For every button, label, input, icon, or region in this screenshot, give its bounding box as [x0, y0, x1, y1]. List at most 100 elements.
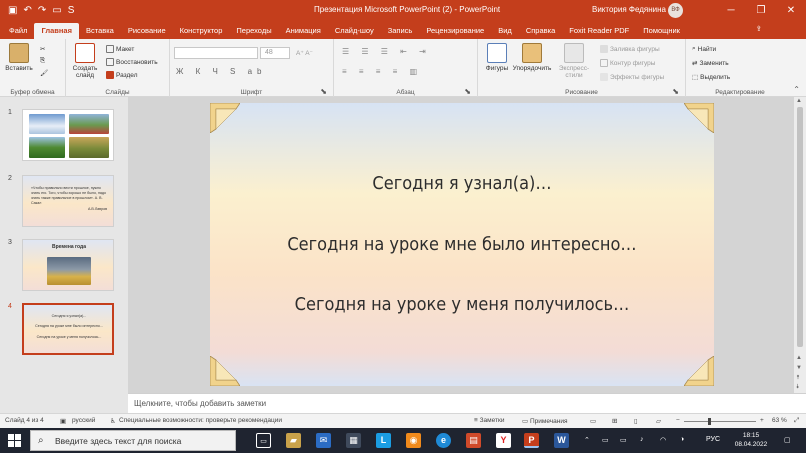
accessibility-status[interactable]: Специальные возможности: проверьте реком… — [119, 417, 282, 424]
file-explorer-icon[interactable]: ▰ — [286, 433, 301, 448]
tab-animations[interactable]: Анимация — [279, 23, 328, 39]
slideshow-icon[interactable]: ▭ — [52, 5, 61, 16]
new-slide-button[interactable]: Создать слайд — [68, 43, 102, 79]
tray-overflow-icon[interactable]: ⌃ — [584, 436, 590, 444]
tab-home[interactable]: Главная — [34, 23, 79, 39]
zoom-out-icon[interactable]: − — [676, 417, 680, 424]
redo-icon[interactable]: ↷ — [38, 5, 46, 16]
spellcheck-icon[interactable]: ▣ — [60, 417, 66, 425]
speaker-icon[interactable]: ♪ — [640, 436, 644, 443]
edge-icon[interactable]: e — [436, 433, 451, 448]
sound-icon[interactable]: ◑ — [680, 436, 684, 443]
scroll-up-icon[interactable]: ▲ — [796, 355, 802, 361]
shape-fill-button[interactable]: Заливка фигуры — [600, 45, 660, 53]
drawing-dialog-icon[interactable]: ⬊ — [672, 87, 679, 96]
select-button[interactable]: ⬚ Выделить — [692, 73, 730, 82]
yandex-browser-icon[interactable]: Y — [496, 433, 511, 448]
powerpoint-icon[interactable]: P — [524, 433, 539, 448]
wifi-icon[interactable]: ◠ — [660, 436, 666, 444]
section-button[interactable]: Раздел — [106, 71, 137, 79]
close-icon[interactable]: ✕ — [776, 0, 806, 21]
task-view-icon[interactable]: ▭ — [256, 433, 271, 448]
zoom-in-icon[interactable]: + — [760, 417, 764, 424]
tab-design[interactable]: Конструктор — [173, 23, 230, 39]
comments-button[interactable]: ▭ Примечания — [522, 417, 567, 425]
avatar[interactable]: ВФ — [668, 3, 683, 18]
tab-file[interactable]: Файл — [2, 23, 34, 39]
slideshow-view-icon[interactable]: ▱ — [656, 417, 661, 425]
minimize-icon[interactable]: ─ — [716, 0, 746, 21]
scrollbar-thumb[interactable] — [797, 107, 803, 347]
slide-sorter-icon[interactable]: ⊞ — [612, 417, 617, 425]
thumbnail-slide-4[interactable]: Сегодня я узнал(а)... Сегодня на уроке м… — [22, 303, 114, 355]
tab-record[interactable]: Запись — [381, 23, 420, 39]
layout-button[interactable]: Макет — [106, 45, 134, 53]
font-size-input[interactable]: 48 — [260, 47, 290, 59]
format-painter-icon[interactable]: 🖌 — [40, 69, 48, 77]
paste-button[interactable]: Вставить — [2, 43, 36, 72]
tab-review[interactable]: Рецензирование — [419, 23, 491, 39]
scroll-down-icon[interactable]: ▼ — [796, 365, 802, 371]
reading-view-icon[interactable]: ▯ — [634, 417, 638, 425]
shape-effects-button[interactable]: Эффекты фигуры — [600, 73, 664, 81]
next-slide-icon[interactable]: ⯯ — [796, 384, 800, 391]
collapse-ribbon-icon[interactable]: ⌃ — [793, 85, 800, 94]
language-indicator[interactable]: русский — [72, 417, 95, 424]
undo-icon[interactable]: ↶ — [23, 5, 31, 16]
reset-button[interactable]: Восстановить — [106, 58, 158, 66]
notes-placeholder[interactable]: Щелкните, чтобы добавить заметки — [134, 399, 266, 408]
current-slide[interactable]: Сегодня я узнал(а)… Сегодня на уроке мне… — [210, 103, 714, 386]
thumbnail-slide-1[interactable] — [22, 109, 114, 161]
find-button[interactable]: ⌕ Найти — [692, 45, 716, 53]
tab-slideshow[interactable]: Слайд-шоу — [328, 23, 381, 39]
format-buttons[interactable]: Ж К Ч S ab — [176, 67, 267, 76]
shapes-button[interactable]: Фигуры — [480, 43, 514, 72]
tab-transitions[interactable]: Переходы — [229, 23, 278, 39]
zoom-slider[interactable] — [684, 421, 756, 422]
user-name[interactable]: Виктория Федянина — [592, 5, 666, 14]
thumbnail-slide-2[interactable]: «Чтобы правильно вести прошлое, нужно зн… — [22, 175, 114, 227]
slide-text-line-2[interactable]: Сегодня на уроке мне было интересно… — [235, 234, 689, 255]
tab-view[interactable]: Вид — [491, 23, 519, 39]
battery-icon[interactable]: ▭ — [620, 436, 627, 444]
thumbnail-slide-3[interactable]: Времена года — [22, 239, 114, 291]
taskbar-clock[interactable]: 18:15 08.04.2022 — [726, 431, 776, 449]
copy-icon[interactable]: ⎘ — [40, 57, 45, 65]
paragraph-dialog-icon[interactable]: ⬊ — [464, 87, 471, 96]
normal-view-icon[interactable]: ▭ — [590, 417, 596, 425]
mail-icon[interactable]: ✉ — [316, 433, 331, 448]
network-icon[interactable]: ▭ — [602, 436, 609, 444]
accessibility-icon[interactable]: ♿ — [110, 417, 116, 425]
list-buttons[interactable]: ☰ ☰ ☰ ⇤ ⇥ — [342, 47, 431, 56]
slide-text-line-3[interactable]: Сегодня на уроке у меня получилось… — [235, 294, 689, 315]
quick-styles-button[interactable]: Экспресс-стили — [556, 43, 592, 79]
tab-foxit[interactable]: Foxit Reader PDF — [562, 23, 636, 39]
tab-insert[interactable]: Вставка — [79, 23, 121, 39]
media-app-icon[interactable]: ◉ — [406, 433, 421, 448]
tab-draw[interactable]: Рисование — [121, 23, 173, 39]
notes-button[interactable]: ≡ Заметки — [474, 417, 504, 424]
notifications-icon[interactable]: ▢ — [784, 436, 791, 444]
tab-assistant[interactable]: Помощник — [636, 23, 687, 39]
fit-slide-icon[interactable]: ⤢ — [794, 417, 799, 425]
qat-s-button[interactable]: S — [68, 5, 75, 16]
share-icon[interactable]: ⇪ — [756, 24, 762, 33]
cut-icon[interactable]: ✂ — [40, 45, 45, 53]
pdf-reader-icon[interactable]: ▤ — [466, 433, 481, 448]
notes-pane[interactable]: Щелкните, чтобы добавить заметки — [128, 393, 806, 413]
zoom-level[interactable]: 63 % — [772, 417, 787, 424]
replace-button[interactable]: ⇄ Заменить — [692, 59, 729, 68]
app-l-icon[interactable]: L — [376, 433, 391, 448]
vertical-scrollbar[interactable]: ▲ ▲ ▼ ⯭ ⯯ — [794, 97, 806, 393]
taskbar-search-input[interactable]: ⌕ Введите здесь текст для поиска — [30, 430, 236, 451]
font-name-input[interactable] — [174, 47, 258, 59]
scroll-up-icon[interactable]: ▲ — [796, 98, 802, 104]
align-buttons[interactable]: ≡ ≡ ≡ ≡ ▥ — [342, 67, 422, 76]
word-icon[interactable]: W — [554, 433, 569, 448]
arrange-button[interactable]: Упорядочить — [512, 43, 552, 72]
slide-text-line-1[interactable]: Сегодня я узнал(а)… — [235, 173, 689, 194]
zoom-slider-handle[interactable] — [708, 418, 711, 425]
font-dialog-icon[interactable]: ⬊ — [320, 87, 327, 96]
save-icon[interactable]: ▣ — [8, 5, 17, 16]
windows-start-icon[interactable] — [8, 434, 21, 447]
